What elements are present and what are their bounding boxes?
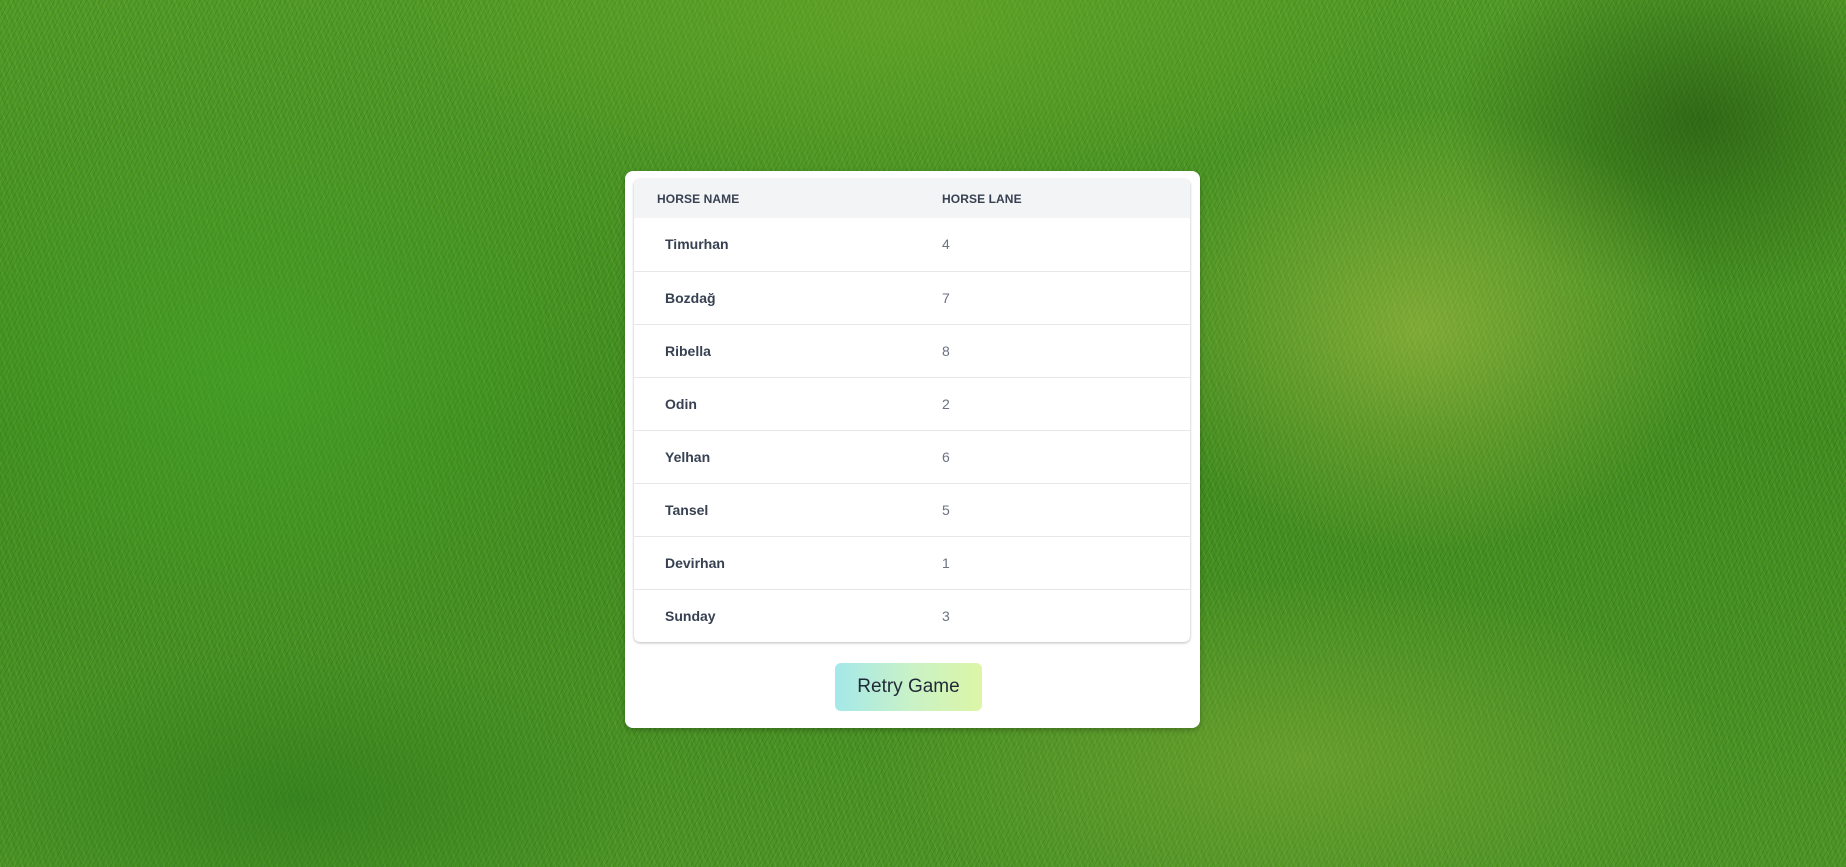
horse-name-cell: Odin xyxy=(665,395,697,412)
horse-lane-cell: 8 xyxy=(942,342,950,359)
horse-lane-cell: 3 xyxy=(942,607,950,624)
retry-game-button[interactable]: Retry Game xyxy=(835,663,982,711)
table-row: Ribella 8 xyxy=(634,324,1190,377)
table-row: Sunday 3 xyxy=(634,589,1190,642)
results-table-container: HORSE NAME HORSE LANE Timurhan 4 Bozdağ … xyxy=(634,179,1190,642)
table-row: Odin 2 xyxy=(634,377,1190,430)
table-row: Timurhan 4 xyxy=(634,218,1190,271)
column-header-horse-lane: HORSE LANE xyxy=(942,191,1022,206)
table-body: Timurhan 4 Bozdağ 7 Ribella 8 Odin 2 Yel… xyxy=(634,218,1190,642)
table-row: Tansel 5 xyxy=(634,483,1190,536)
horse-name-cell: Ribella xyxy=(665,342,711,359)
horse-name-cell: Yelhan xyxy=(665,448,711,465)
horse-name-cell: Timurhan xyxy=(665,236,729,253)
page-background: { "results_table": { "columns": { "name"… xyxy=(0,0,1846,867)
horse-lane-cell: 4 xyxy=(942,236,950,253)
table-header: HORSE NAME HORSE LANE xyxy=(634,179,1190,218)
horse-lane-cell: 7 xyxy=(942,289,950,306)
table-header-row: HORSE NAME HORSE LANE xyxy=(634,179,1190,218)
horse-lane-cell: 6 xyxy=(942,448,950,465)
table-row: Bozdağ 7 xyxy=(634,271,1190,324)
column-header-horse-name: HORSE NAME xyxy=(657,191,740,206)
horse-name-cell: Devirhan xyxy=(665,554,725,571)
table-row: Devirhan 1 xyxy=(634,536,1190,589)
horse-name-cell: Sunday xyxy=(665,607,716,624)
horse-lane-cell: 2 xyxy=(942,395,950,412)
table-row: Yelhan 6 xyxy=(634,430,1190,483)
horse-name-cell: Bozdağ xyxy=(665,289,716,306)
horse-name-cell: Tansel xyxy=(665,501,709,518)
results-card: HORSE NAME HORSE LANE Timurhan 4 Bozdağ … xyxy=(625,171,1200,728)
results-table: HORSE NAME HORSE LANE Timurhan 4 Bozdağ … xyxy=(634,179,1190,642)
horse-lane-cell: 1 xyxy=(942,554,950,571)
horse-lane-cell: 5 xyxy=(942,501,950,518)
